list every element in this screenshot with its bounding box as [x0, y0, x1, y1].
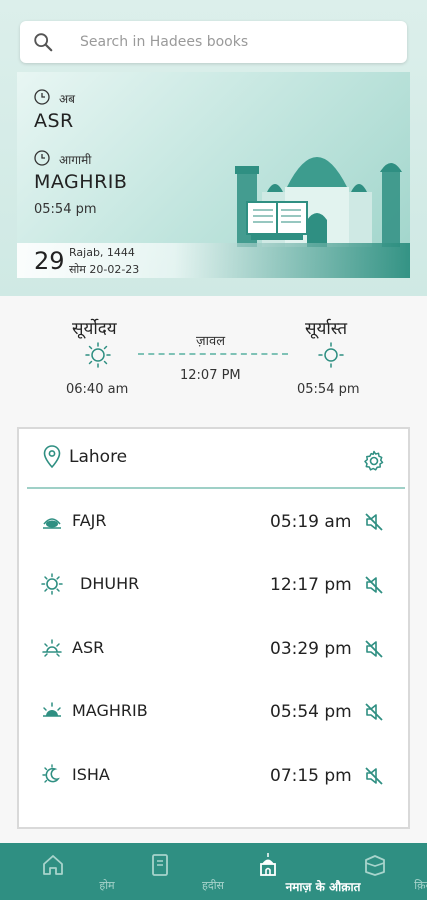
- prayer-name: DHUHR: [80, 574, 140, 593]
- prayer-status-card: अब ASR आगामी MAGHRIB 05:54 pm 29 Rajab, …: [17, 72, 410, 278]
- mute-icon[interactable]: [362, 700, 386, 724]
- mute-icon[interactable]: [362, 637, 386, 661]
- zawal-time: 12:07 PM: [180, 368, 241, 383]
- gregorian-date: सोम 20-02-23: [69, 263, 140, 276]
- mosque-illustration: [235, 157, 402, 247]
- mute-icon[interactable]: [362, 573, 386, 597]
- gear-icon[interactable]: [362, 449, 386, 473]
- prayer-name: ISHA: [72, 765, 110, 784]
- prayer-row-asr[interactable]: ASR 03:29 pm: [19, 629, 412, 669]
- location-pin-icon: [43, 445, 61, 469]
- sunset-icon: [318, 342, 344, 368]
- nav-item-qibla[interactable]: क़िब्ला: [323, 843, 427, 900]
- dhuhr-icon: [41, 573, 63, 595]
- clock-icon: [34, 89, 50, 105]
- nav-label: क़िब्ला: [414, 879, 427, 892]
- nav-item-prayer-times[interactable]: नमाज़ के औक़ात: [213, 843, 360, 900]
- prayer-name: MAGHRIB: [72, 701, 148, 720]
- isha-icon: [42, 764, 60, 783]
- date-bar: 29 Rajab, 1444 सोम 20-02-23: [17, 243, 410, 278]
- book-icon: [152, 854, 168, 876]
- zawal-label: ज़ावल: [196, 334, 226, 349]
- nav-item-hadith[interactable]: हदीस: [107, 843, 224, 900]
- search-icon: [34, 33, 53, 52]
- mute-icon[interactable]: [362, 764, 386, 788]
- prayer-time: 05:54 pm: [270, 702, 352, 722]
- sunset-label: सूर्यास्त: [305, 319, 348, 339]
- hijri-date: Rajab, 1444: [69, 246, 135, 259]
- prayer-row-fajr[interactable]: FAJR 05:19 am: [19, 502, 412, 542]
- prayer-time: 07:15 pm: [270, 766, 352, 786]
- sunset-time: 05:54 pm: [297, 382, 360, 397]
- prayer-row-maghrib[interactable]: MAGHRIB 05:54 pm: [19, 692, 412, 732]
- next-prayer: MAGHRIB: [34, 171, 128, 193]
- fajr-icon: [43, 518, 61, 529]
- maghrib-icon: [43, 702, 61, 717]
- prayer-row-dhuhr[interactable]: DHUHR 12:17 pm: [19, 565, 412, 605]
- sunrise-time: 06:40 am: [66, 382, 129, 397]
- prayer-time: 05:19 am: [270, 512, 352, 532]
- home-icon: [43, 855, 63, 875]
- prayer-row-isha[interactable]: ISHA 07:15 pm: [19, 756, 412, 796]
- sunrise-label: सूर्योदय: [72, 319, 117, 339]
- next-prayer-time: 05:54 pm: [34, 202, 97, 217]
- prayer-times-panel: Lahore FAJR 05:19 am DHUHR 12:17 pm ASR …: [17, 427, 410, 829]
- prayer-time: 03:29 pm: [270, 639, 352, 659]
- location-name[interactable]: Lahore: [69, 447, 127, 467]
- hijri-day: 29: [34, 247, 65, 275]
- search-input[interactable]: [80, 31, 390, 53]
- prayer-name: FAJR: [72, 511, 107, 530]
- now-label: अब: [59, 92, 76, 106]
- mosque-icon: [260, 853, 276, 876]
- sun-path-divider: [138, 353, 288, 355]
- current-prayer: ASR: [34, 110, 74, 132]
- nav-item-home[interactable]: होम: [0, 843, 115, 900]
- kaaba-icon: [365, 855, 385, 876]
- panel-divider: [27, 487, 405, 489]
- prayer-name: ASR: [72, 638, 105, 657]
- bottom-nav: होम हदीस नमाज़ के औक़ात क़िब्ला: [0, 843, 427, 900]
- next-label: आगामी: [59, 153, 92, 167]
- asr-icon: [42, 639, 62, 657]
- mute-icon[interactable]: [362, 510, 386, 534]
- prayer-time: 12:17 pm: [270, 575, 352, 595]
- search-bar[interactable]: [20, 21, 407, 63]
- sunrise-icon: [85, 342, 111, 368]
- sun-times: सूर्योदय 06:40 am ज़ावल 12:07 PM सूर्यास…: [0, 296, 427, 421]
- clock-icon: [34, 150, 50, 166]
- header-area: अब ASR आगामी MAGHRIB 05:54 pm: [0, 0, 427, 296]
